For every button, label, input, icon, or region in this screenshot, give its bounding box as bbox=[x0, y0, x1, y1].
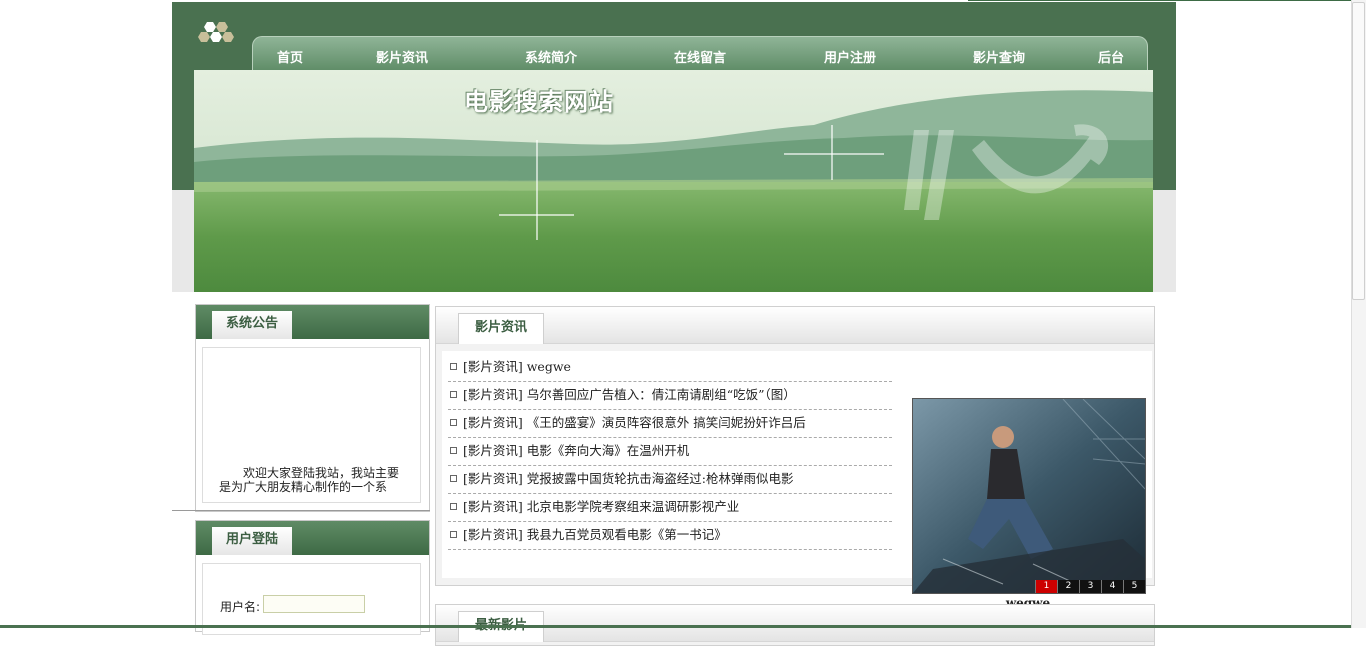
page-container: 首页 影片资讯 系统简介 在线留言 用户注册 影片查询 后台 电影搜索网站 系统… bbox=[172, 2, 1176, 646]
list-item[interactable]: [影片资讯] 党报披露中国货轮抗击海盗经过:枪林弹雨似电影 bbox=[448, 466, 892, 494]
notice-panel-header: 系统公告 bbox=[196, 305, 429, 339]
notice-title: 系统公告 bbox=[212, 311, 293, 339]
username-label: 用户名: bbox=[220, 600, 261, 614]
scrollbar-thumb[interactable] bbox=[1352, 2, 1365, 300]
left-divider bbox=[172, 510, 430, 511]
list-item[interactable]: [影片资讯] 乌尔善回应广告植入：倩江南请剧组“吃饭”（图） bbox=[448, 382, 892, 410]
notice-content: 欢迎大家登陆我站，我站主要 是为广大朋友精心制作的一个系 bbox=[202, 347, 421, 503]
pager-button-1[interactable]: 1 bbox=[1035, 580, 1057, 593]
login-panel-header: 用户登陆 bbox=[196, 521, 429, 555]
square-bullet-icon bbox=[450, 475, 457, 482]
square-bullet-icon bbox=[450, 363, 457, 370]
pager-button-5[interactable]: 5 bbox=[1123, 580, 1145, 593]
pager-button-4[interactable]: 4 bbox=[1101, 580, 1123, 593]
nav-guestbook[interactable]: 在线留言 bbox=[674, 47, 726, 66]
grassland-landscape-image bbox=[194, 70, 1153, 292]
nav-register[interactable]: 用户注册 bbox=[824, 47, 876, 66]
news-panel: 影片资讯 [影片资讯] wegwe [影片资讯] 乌尔善回应广告植入：倩江南请剧… bbox=[435, 306, 1155, 610]
slideshow-image[interactable]: 1 2 3 4 5 bbox=[912, 398, 1146, 594]
login-panel: 用户登陆 用户名: bbox=[195, 520, 430, 635]
login-title: 用户登陆 bbox=[212, 527, 293, 555]
latest-movies-header: 最新影片 bbox=[436, 605, 1154, 642]
hexagon-logo-icon bbox=[198, 22, 234, 42]
list-item[interactable]: [影片资讯] 北京电影学院考察组来温调研影视产业 bbox=[448, 494, 892, 522]
nav-movie-news[interactable]: 影片资讯 bbox=[376, 47, 428, 66]
top-border-line bbox=[968, 0, 1366, 1]
square-bullet-icon bbox=[450, 503, 457, 510]
site-title: 电影搜索网站 bbox=[464, 87, 614, 116]
pager-button-2[interactable]: 2 bbox=[1057, 580, 1079, 593]
nav-admin[interactable]: 后台 bbox=[1098, 47, 1124, 66]
notice-text-line2: 是为广大朋友精心制作的一个系 bbox=[219, 480, 388, 494]
list-item[interactable]: [影片资讯] 我县九百党员观看电影《第一书记》 bbox=[448, 522, 892, 550]
square-bullet-icon bbox=[450, 531, 457, 538]
nav-system-intro[interactable]: 系统简介 bbox=[525, 47, 577, 66]
list-item[interactable]: [影片资讯] 《王的盛宴》演员阵容很意外 搞笑闫妮扮奸诈吕后 bbox=[448, 410, 892, 438]
list-item[interactable]: [影片资讯] wegwe bbox=[448, 354, 892, 382]
main-nav: 首页 影片资讯 系统简介 在线留言 用户注册 影片查询 后台 bbox=[252, 36, 1148, 73]
news-panel-header: 影片资讯 bbox=[436, 307, 1154, 344]
square-bullet-icon bbox=[450, 419, 457, 426]
list-item[interactable]: [影片资讯] 电影《奔向大海》在温州开机 bbox=[448, 438, 892, 466]
banner-image: 电影搜索网站 bbox=[194, 70, 1153, 292]
nav-home[interactable]: 首页 bbox=[277, 47, 303, 66]
username-input[interactable] bbox=[263, 595, 365, 613]
vertical-scrollbar[interactable] bbox=[1351, 0, 1366, 628]
news-title[interactable]: 影片资讯 bbox=[458, 313, 545, 344]
nav-movie-search[interactable]: 影片查询 bbox=[973, 47, 1025, 66]
square-bullet-icon bbox=[450, 447, 457, 454]
square-bullet-icon bbox=[450, 391, 457, 398]
news-list: [影片资讯] wegwe [影片资讯] 乌尔善回应广告植入：倩江南请剧组“吃饭”… bbox=[442, 351, 1152, 610]
slideshow-pager: 1 2 3 4 5 bbox=[1035, 580, 1145, 593]
notice-panel: 系统公告 欢迎大家登陆我站，我站主要 是为广大朋友精心制作的一个系 bbox=[195, 304, 430, 512]
pager-button-3[interactable]: 3 bbox=[1079, 580, 1101, 593]
movie-poster-image bbox=[913, 399, 1145, 593]
